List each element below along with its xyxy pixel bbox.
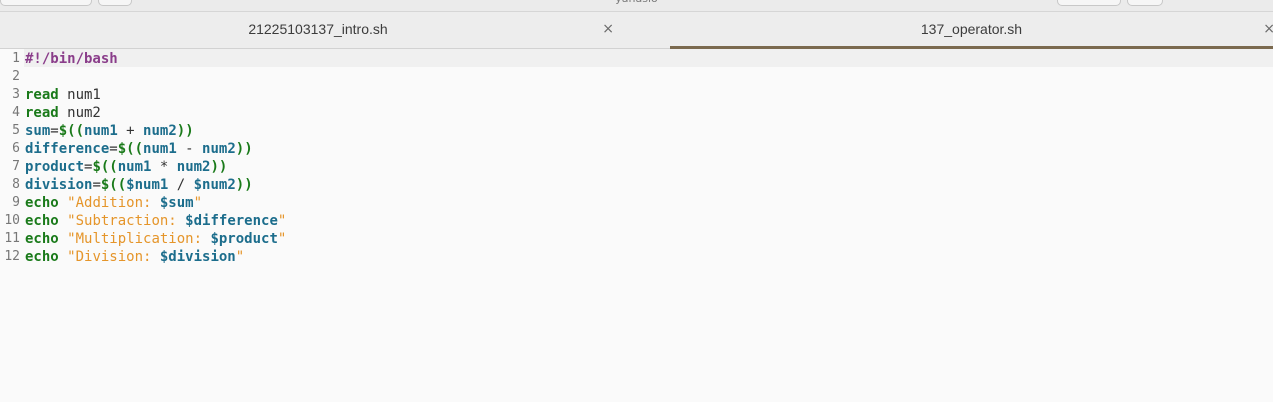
- code-token: echo: [25, 195, 59, 211]
- line-code: read num1: [25, 86, 101, 104]
- code-token: num2: [143, 123, 177, 139]
- line-number: 7: [12, 159, 20, 174]
- code-token: $((: [117, 141, 144, 157]
- line-code: difference=$((num1 - num2)): [25, 140, 253, 158]
- code-token: $((: [100, 177, 127, 193]
- code-token: num1: [117, 159, 152, 175]
- code-token: )): [235, 177, 253, 193]
- line-code: echo "Addition: $sum": [25, 194, 202, 212]
- code-token: )): [210, 159, 228, 175]
- code-token: ": [277, 213, 287, 229]
- line-code: echo "Division: $division": [25, 248, 244, 266]
- code-token: sum: [25, 123, 51, 139]
- line-number: 12: [4, 249, 20, 264]
- code-token: echo: [25, 249, 59, 265]
- code-token: division: [25, 177, 93, 193]
- code-token: echo: [25, 231, 59, 247]
- code-token: read: [25, 105, 59, 121]
- line-number: 4: [12, 105, 20, 120]
- code-token: "Division:: [67, 249, 160, 265]
- code-token: $num1: [126, 177, 169, 193]
- code-token: $product: [210, 231, 278, 247]
- code-line: 11 echo "Multiplication: $product": [0, 230, 1273, 248]
- code-token: num2: [176, 159, 211, 175]
- code-token: $division: [159, 249, 236, 265]
- code-line: 4 read num2: [0, 104, 1273, 122]
- code-token: )): [176, 123, 194, 139]
- tab-label: 21225103137_intro.sh: [248, 21, 388, 37]
- header-button-menu[interactable]: [1127, 0, 1163, 6]
- line-number: 3: [12, 87, 20, 102]
- line-code: #!/bin/bash: [25, 50, 118, 68]
- tab-intro-sh[interactable]: 21225103137_intro.sh ×: [0, 12, 636, 48]
- line-number: 2: [12, 69, 20, 84]
- code-token: ": [277, 231, 287, 247]
- code-line: 3 read num1: [0, 86, 1273, 104]
- tab-bar: 21225103137_intro.sh × 137_operator.sh ×: [0, 12, 1273, 49]
- line-code: product=$((num1 * num2)): [25, 158, 227, 176]
- code-line: 2: [0, 68, 1273, 86]
- code-token: num2: [58, 105, 101, 121]
- code-token: =: [50, 123, 59, 139]
- line-number: 8: [12, 177, 20, 192]
- code-line: 5 sum=$((num1 + num2)): [0, 122, 1273, 140]
- code-token: /: [168, 177, 194, 193]
- tab-operator-sh[interactable]: 137_operator.sh ×: [670, 12, 1273, 49]
- code-editor[interactable]: 1 #!/bin/bash 2 3 read num1 4 read num2 5 sum=$(…: [0, 49, 1273, 402]
- code-token: ": [235, 249, 245, 265]
- code-token: $sum: [159, 195, 194, 211]
- code-token: )): [235, 141, 253, 157]
- line-code: read num2: [25, 104, 101, 122]
- line-number: 10: [4, 213, 20, 228]
- code-token: num1: [143, 141, 177, 157]
- line-code: echo "Multiplication: $product": [25, 230, 286, 248]
- code-token: ": [193, 195, 203, 211]
- close-icon[interactable]: ×: [602, 21, 614, 37]
- tab-label: 137_operator.sh: [920, 21, 1023, 37]
- code-token: $((: [92, 159, 118, 175]
- code-line: 7 product=$((num1 * num2)): [0, 158, 1273, 176]
- line-code: division=$(($num1 / $num2)): [25, 176, 253, 194]
- code-token: echo: [25, 213, 59, 229]
- code-token: $((: [58, 123, 85, 139]
- code-token: num2: [202, 141, 236, 157]
- code-line: 8 division=$(($num1 / $num2)): [0, 176, 1273, 194]
- header-button-save[interactable]: [1057, 0, 1121, 6]
- line-number: 9: [12, 195, 20, 210]
- code-line: 10 echo "Subtraction: $difference": [0, 212, 1273, 230]
- code-token: $difference: [185, 213, 278, 229]
- line-number: 6: [12, 141, 20, 156]
- code-token: read: [25, 87, 59, 103]
- code-token: product: [25, 159, 85, 175]
- code-token: #!/bin/bash: [25, 51, 118, 67]
- code-token: num1: [58, 87, 101, 103]
- code-token: difference: [25, 141, 110, 157]
- line-number: 5: [12, 123, 20, 138]
- code-token: =: [109, 141, 118, 157]
- header-bar: yanasio: [0, 0, 1273, 12]
- code-line: 9 echo "Addition: $sum": [0, 194, 1273, 212]
- code-token: "Multiplication:: [67, 231, 211, 247]
- code-token: $num2: [193, 177, 236, 193]
- code-token: "Subtraction:: [67, 213, 186, 229]
- code-line: 6 difference=$((num1 - num2)): [0, 140, 1273, 158]
- code-token: -: [176, 141, 203, 157]
- code-token: num1: [84, 123, 118, 139]
- line-code: sum=$((num1 + num2)): [25, 122, 194, 140]
- code-line: 12 echo "Division: $division": [0, 248, 1273, 266]
- line-number: 1: [12, 51, 20, 66]
- close-icon[interactable]: ×: [1263, 21, 1273, 37]
- line-number: 11: [4, 231, 20, 246]
- code-line: 1 #!/bin/bash: [0, 50, 1273, 68]
- code-token: *: [151, 159, 177, 175]
- line-code: echo "Subtraction: $difference": [25, 212, 286, 230]
- code-token: =: [92, 177, 101, 193]
- code-token: "Addition:: [67, 195, 160, 211]
- code-token: +: [117, 123, 144, 139]
